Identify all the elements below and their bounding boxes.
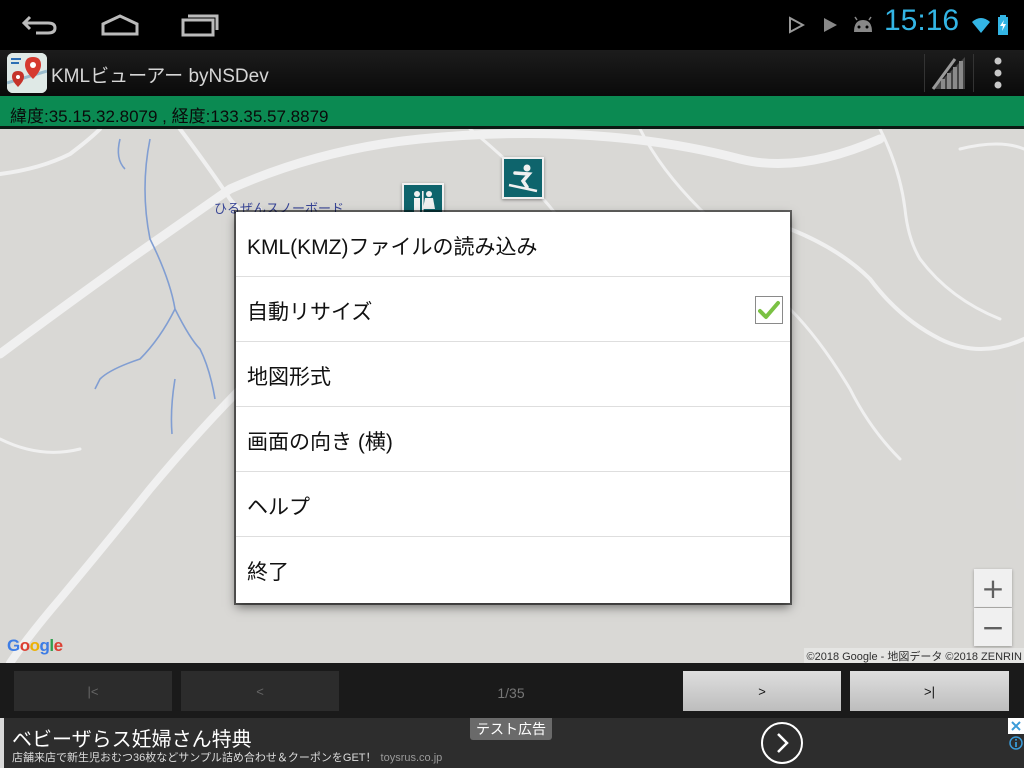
page-counter: 1/35 <box>497 685 525 701</box>
checkmark-icon <box>758 301 780 319</box>
back-arrow-icon[interactable] <box>12 8 68 42</box>
ad-info-icon[interactable] <box>1008 735 1024 751</box>
menu-item-label: 自動リサイズ <box>247 301 373 324</box>
ad-edge <box>0 718 4 768</box>
wifi-icon <box>970 14 992 36</box>
auto-resize-checkbox[interactable] <box>755 296 783 324</box>
ad-close-icon[interactable] <box>1008 718 1024 734</box>
menu-item-label: ヘルプ <box>247 496 310 519</box>
app-title: KMLビューアー byNSDev <box>51 66 269 87</box>
options-menu: KML(KMZ)ファイルの読み込み 自動リサイズ 地図形式 画面の向き (横) … <box>236 212 790 603</box>
menu-item-load-kml[interactable]: KML(KMZ)ファイルの読み込み <box>236 212 790 277</box>
map-pin-app-icon <box>7 53 47 93</box>
menu-item-label: 画面の向き (横) <box>247 431 393 454</box>
android-icon <box>852 14 874 36</box>
last-button[interactable]: >| <box>850 671 1009 711</box>
recent-apps-icon[interactable] <box>172 8 228 42</box>
ad-subtitle-text: 店舗来店で新生児おむつ36枚などサンプル詰め合わせ＆クーポンをGET！ <box>12 752 377 764</box>
ad-domain: toysrus.co.jp <box>380 752 443 764</box>
menu-item-map-type[interactable]: 地図形式 <box>236 342 790 407</box>
battery-charging-icon <box>992 14 1014 36</box>
signal-off-icon[interactable] <box>925 50 973 96</box>
test-ad-badge: テスト広告 <box>470 718 552 740</box>
ad-subtitle: 店舗来店で新生児おむつ36枚などサンプル詰め合わせ＆クーポンをGET！ toysr… <box>12 749 442 765</box>
ad-title[interactable]: ベビーザらス妊婦さん特典 <box>12 723 252 752</box>
coordinate-bar: 緯度:35.15.32.8079 , 経度:133.35.57.8879 <box>0 96 1024 129</box>
action-bar: KMLビューアー byNSDev <box>0 50 1024 96</box>
first-button[interactable]: |< <box>14 671 172 711</box>
play-store-icon <box>785 14 807 36</box>
play-store-icon <box>819 14 841 36</box>
ad-chevron-right-icon[interactable] <box>761 722 803 764</box>
coordinate-text: 緯度:35.15.32.8079 , 経度:133.35.57.8879 <box>10 107 329 126</box>
ad-banner[interactable]: ベビーザらス妊婦さん特典 店舗来店で新生児おむつ36枚などサンプル詰め合わせ＆ク… <box>0 718 1024 768</box>
overflow-menu-icon[interactable] <box>974 50 1022 96</box>
status-clock: 15:16 <box>884 4 960 37</box>
navigation-controls: |< < 1/35 > >| <box>0 663 1024 718</box>
menu-item-label: KML(KMZ)ファイルの読み込み <box>247 236 538 259</box>
menu-item-label: 地図形式 <box>247 366 331 389</box>
system-status-bar: 15:16 <box>0 0 1024 50</box>
next-button[interactable]: > <box>683 671 841 711</box>
menu-item-orientation[interactable]: 画面の向き (横) <box>236 407 790 472</box>
menu-item-help[interactable]: ヘルプ <box>236 472 790 537</box>
menu-item-exit[interactable]: 終了 <box>236 537 790 602</box>
menu-item-label: 終了 <box>247 561 289 584</box>
prev-button[interactable]: < <box>181 671 339 711</box>
menu-item-auto-resize[interactable]: 自動リサイズ <box>236 277 790 342</box>
home-icon[interactable] <box>92 8 148 42</box>
